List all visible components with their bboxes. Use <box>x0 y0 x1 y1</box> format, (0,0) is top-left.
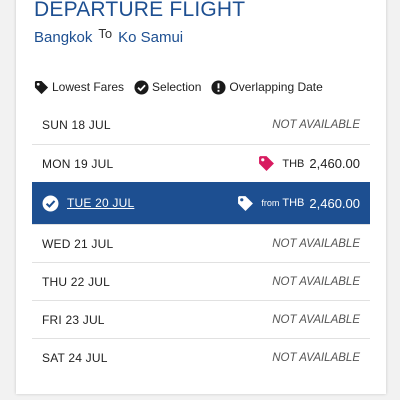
date-list: SUN 18 JUL NOT AVAILABLE MON 19 JUL THB … <box>32 106 370 376</box>
route: Bangkok To Ko Samui <box>34 26 184 48</box>
tag-icon <box>34 80 49 95</box>
legend-selection: Selection <box>134 79 202 95</box>
fare-price: from THB 2,460.00 <box>237 195 360 212</box>
tag-icon <box>237 195 254 212</box>
check-circle-icon <box>134 79 149 95</box>
availability-status: NOT AVAILABLE <box>272 313 360 326</box>
legend-label: Selection <box>152 80 202 94</box>
date-row-tue-20-jul[interactable]: TUE 20 JUL from THB 2,460.00 <box>32 182 370 224</box>
date-label: FRI 23 JUL <box>42 312 105 327</box>
availability-status: NOT AVAILABLE <box>272 237 360 250</box>
legend: Lowest Fares Selection Overlapping Date <box>34 76 333 98</box>
fare-amount: 2,460.00 <box>309 156 360 171</box>
departure-flight-card: DEPARTURE FLIGHT Bangkok To Ko Samui Lowes… <box>16 0 386 394</box>
legend-label: Overlapping Date <box>229 80 323 94</box>
date-row-mon-19-jul[interactable]: MON 19 JUL THB 2,460.00 <box>32 144 370 182</box>
page-title: DEPARTURE FLIGHT <box>34 0 246 21</box>
availability-status: NOT AVAILABLE <box>272 351 360 364</box>
date-row-fri-23-jul[interactable]: FRI 23 JUL NOT AVAILABLE <box>32 300 370 338</box>
currency: THB <box>282 157 305 170</box>
fare-amount: 2,460.00 <box>309 195 360 211</box>
date-row-wed-21-jul[interactable]: WED 21 JUL NOT AVAILABLE <box>32 224 370 262</box>
exclamation-circle-icon <box>211 79 226 95</box>
date-label: MON 19 JUL <box>42 156 114 171</box>
legend-label: Lowest Fares <box>52 80 125 94</box>
from-label: from <box>261 198 280 208</box>
date-label: SAT 24 JUL <box>42 350 108 365</box>
route-to-label: To <box>98 26 113 41</box>
date-label: SUN 18 JUL <box>42 118 111 132</box>
fare-price: THB 2,460.00 <box>258 155 360 172</box>
date-label: TUE 20 JUL <box>67 196 135 210</box>
currency: THB <box>282 197 305 209</box>
date-row-sat-24-jul[interactable]: SAT 24 JUL NOT AVAILABLE <box>32 338 370 376</box>
date-label: WED 21 JUL <box>42 236 114 251</box>
check-circle-icon <box>42 195 59 212</box>
date-label: THU 22 JUL <box>42 274 111 289</box>
legend-lowest-fares: Lowest Fares <box>34 80 124 95</box>
legend-overlapping-date: Overlapping Date <box>211 79 323 95</box>
origin-city: Bangkok <box>34 29 93 46</box>
selected-date: TUE 20 JUL <box>42 195 134 212</box>
availability-status: NOT AVAILABLE <box>272 275 360 288</box>
date-row-thu-22-jul[interactable]: THU 22 JUL NOT AVAILABLE <box>32 262 370 300</box>
destination-city: Ko Samui <box>118 29 184 46</box>
lowest-fare-tag-icon <box>258 155 275 172</box>
availability-status: NOT AVAILABLE <box>272 119 360 131</box>
date-row-sun-18-jul[interactable]: SUN 18 JUL NOT AVAILABLE <box>32 106 370 144</box>
